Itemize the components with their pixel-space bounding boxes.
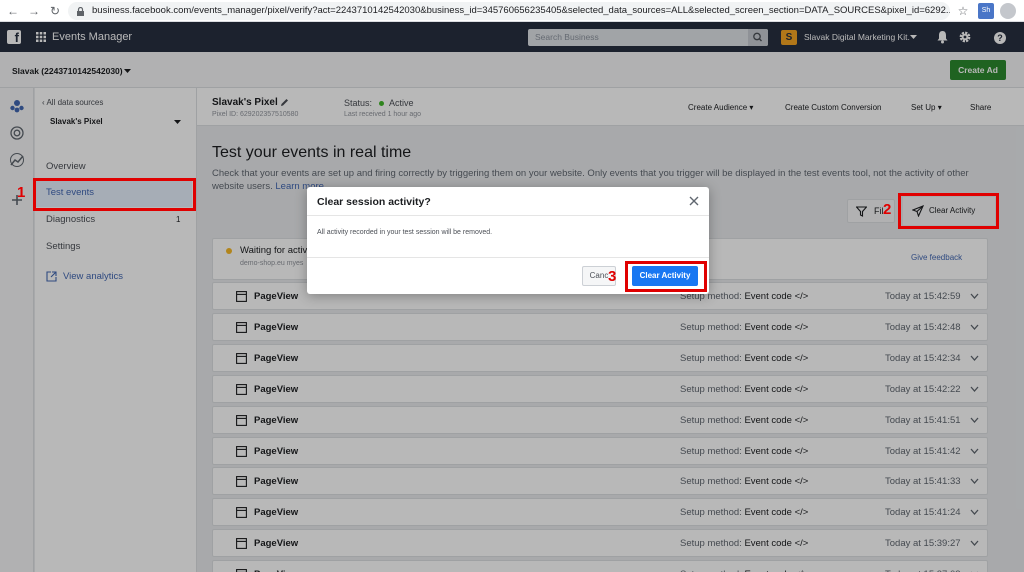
annotation-box-clear-activity [898,193,999,229]
annotation-box-test-events [33,178,196,211]
address-bar[interactable]: business.facebook.com/events_manager/pix… [68,2,950,20]
dialog-title: Clear session activity? [317,196,431,208]
dialog-divider [307,257,709,258]
forward-arrow-icon[interactable]: → [26,3,42,19]
star-icon[interactable]: ☆ [955,3,971,19]
annotation-number-3: 3 [608,268,617,285]
lock-icon [77,7,84,16]
dialog-body: All activity recorded in your test sessi… [317,229,493,236]
url-text: business.facebook.com/events_manager/pix… [92,5,950,16]
modal-overlay [0,22,1024,572]
dialog-divider [307,215,709,216]
profile-avatar[interactable] [1000,3,1016,19]
annotation-number-1: 1 [17,184,26,201]
close-icon[interactable] [689,196,699,206]
extension-icon[interactable]: Sh [978,3,994,19]
back-arrow-icon[interactable]: ← [5,3,21,19]
annotation-number-2: 2 [883,201,892,218]
annotation-box-confirm [625,261,707,292]
browser-toolbar: ← → ↻ business.facebook.com/events_manag… [0,0,1024,22]
reload-icon[interactable]: ↻ [47,3,63,19]
